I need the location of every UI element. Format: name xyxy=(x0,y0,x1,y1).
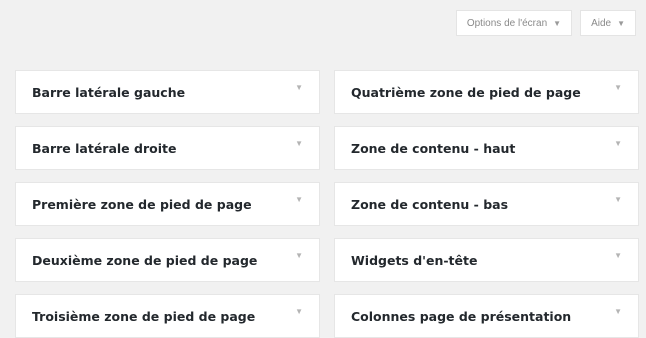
toggle-arrow-icon[interactable]: ▼ xyxy=(295,83,303,92)
widget-area-title: Troisième zone de pied de page xyxy=(32,308,256,324)
screen-options-label: Options de l'écran xyxy=(466,17,548,29)
toggle-arrow-icon[interactable]: ▼ xyxy=(614,307,622,316)
screen-options-button[interactable]: Options de l'écran ▼ xyxy=(455,10,573,36)
caret-down-icon: ▼ xyxy=(553,18,562,28)
toggle-arrow-icon[interactable]: ▼ xyxy=(295,139,303,148)
widget-area-title: Barre latérale gauche xyxy=(32,84,186,100)
toggle-arrow-icon[interactable]: ▼ xyxy=(295,307,303,316)
widget-area-title: Première zone de pied de page xyxy=(32,196,252,212)
screen-meta-links: Options de l'écran ▼ Aide ▼ xyxy=(455,10,636,36)
widget-area-right-sidebar[interactable]: Barre latérale droite ▼ xyxy=(15,126,320,170)
toggle-arrow-icon[interactable]: ▼ xyxy=(295,251,303,260)
widget-area-title: Zone de contenu - haut xyxy=(351,140,516,156)
toggle-arrow-icon[interactable]: ▼ xyxy=(614,139,622,148)
widget-area-title: Deuxième zone de pied de page xyxy=(32,252,258,268)
toggle-arrow-icon[interactable]: ▼ xyxy=(614,83,622,92)
widget-area-content-bottom[interactable]: Zone de contenu - bas ▼ xyxy=(334,182,639,226)
toggle-arrow-icon[interactable]: ▼ xyxy=(614,251,622,260)
help-button[interactable]: Aide ▼ xyxy=(580,10,636,36)
help-label: Aide xyxy=(591,17,612,29)
widget-areas-grid: Barre latérale gauche ▼ Quatrième zone d… xyxy=(15,70,639,338)
widget-area-title: Quatrième zone de pied de page xyxy=(351,84,581,100)
widget-area-second-footer[interactable]: Deuxième zone de pied de page ▼ xyxy=(15,238,320,282)
widget-area-header-widgets[interactable]: Widgets d'en-tête ▼ xyxy=(334,238,639,282)
widget-area-title: Widgets d'en-tête xyxy=(351,252,478,268)
widget-area-third-footer[interactable]: Troisième zone de pied de page ▼ xyxy=(15,294,320,338)
widget-area-front-page-columns[interactable]: Colonnes page de présentation ▼ xyxy=(334,294,639,338)
widget-area-title: Barre latérale droite xyxy=(32,140,177,156)
toggle-arrow-icon[interactable]: ▼ xyxy=(614,195,622,204)
widget-area-fourth-footer[interactable]: Quatrième zone de pied de page ▼ xyxy=(334,70,639,114)
toggle-arrow-icon[interactable]: ▼ xyxy=(295,195,303,204)
widget-area-content-top[interactable]: Zone de contenu - haut ▼ xyxy=(334,126,639,170)
widget-area-left-sidebar[interactable]: Barre latérale gauche ▼ xyxy=(15,70,320,114)
widget-area-title: Colonnes page de présentation xyxy=(351,308,572,324)
widget-area-title: Zone de contenu - bas xyxy=(351,196,509,212)
widget-area-first-footer[interactable]: Première zone de pied de page ▼ xyxy=(15,182,320,226)
caret-down-icon: ▼ xyxy=(617,18,625,28)
